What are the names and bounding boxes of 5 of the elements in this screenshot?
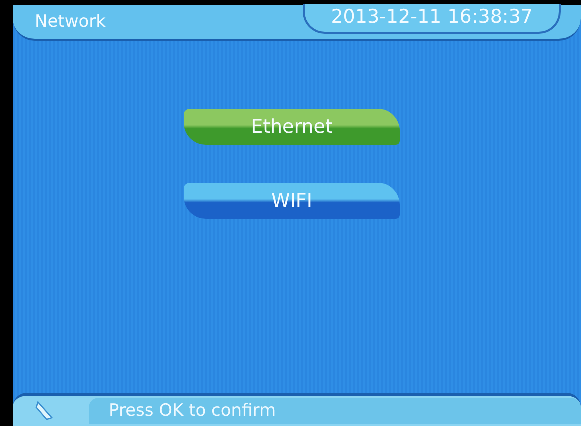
hint-text: Press OK to confirm: [89, 398, 581, 424]
menu-item[interactable]: WIFI: [184, 183, 400, 219]
datetime-display: 2013-12-11 16:38:37: [303, 4, 561, 34]
screen-title: Network: [35, 12, 106, 32]
menu-item[interactable]: Ethernet: [184, 109, 400, 145]
